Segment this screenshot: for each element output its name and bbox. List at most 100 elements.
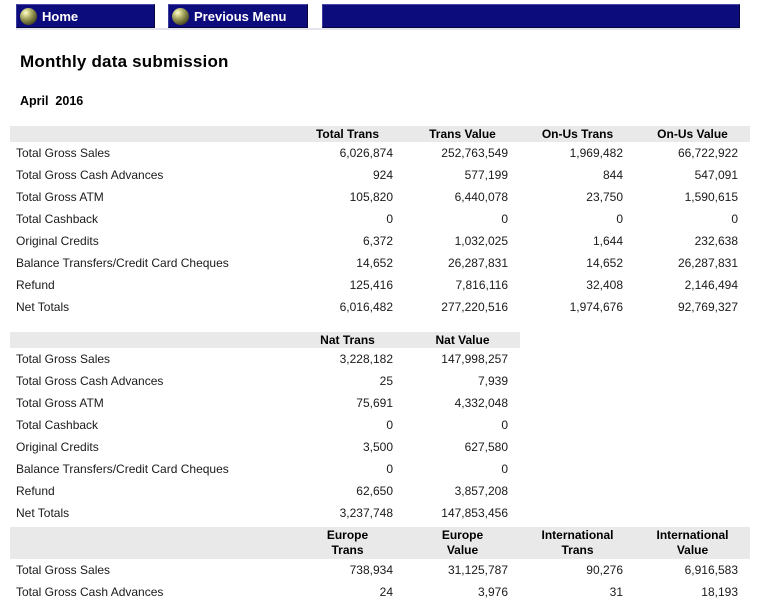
page-title: Monthly data submission — [20, 52, 766, 72]
column-header: Europe Value — [405, 527, 520, 559]
cell-value: 1,590,615 — [635, 186, 750, 208]
cell-value: 844 — [520, 164, 635, 186]
table-europe-international: Europe TransEurope ValueInternational Tr… — [10, 527, 750, 603]
previous-menu-button[interactable]: Previous Menu — [168, 4, 308, 28]
cell-value: 627,580 — [405, 436, 520, 458]
row-label: Total Gross Cash Advances — [10, 581, 290, 603]
cell-value: 7,816,116 — [405, 274, 520, 296]
table-row: Total Gross Sales6,026,874252,763,5491,9… — [10, 142, 750, 164]
cell-value: 31,125,787 — [405, 559, 520, 581]
previous-menu-button-label: Previous Menu — [194, 9, 286, 24]
table-row: Balance Transfers/Credit Card Cheques00 — [10, 458, 520, 480]
cell-value: 3,228,182 — [290, 348, 405, 370]
cell-value: 23,750 — [520, 186, 635, 208]
nav-bar-filler — [322, 4, 740, 28]
row-label: Total Gross Sales — [10, 348, 290, 370]
sphere-icon — [172, 8, 189, 25]
cell-value: 14,652 — [290, 252, 405, 274]
column-header — [10, 527, 290, 559]
cell-value: 26,287,831 — [405, 252, 520, 274]
row-label: Net Totals — [10, 296, 290, 318]
header-row: Nat TransNat Value — [10, 332, 520, 348]
table-row: Total Gross ATM75,6914,332,048 — [10, 392, 520, 414]
cell-value: 0 — [290, 208, 405, 230]
table-row: Total Gross ATM105,8206,440,07823,7501,5… — [10, 186, 750, 208]
cell-value: 125,416 — [290, 274, 405, 296]
cell-value: 75,691 — [290, 392, 405, 414]
cell-value: 252,763,549 — [405, 142, 520, 164]
table-row: Original Credits3,500627,580 — [10, 436, 520, 458]
cell-value: 0 — [635, 208, 750, 230]
cell-value: 232,638 — [635, 230, 750, 252]
table-row: Refund62,6503,857,208 — [10, 480, 520, 502]
cell-value: 6,440,078 — [405, 186, 520, 208]
cell-value: 25 — [290, 370, 405, 392]
cell-value: 90,276 — [520, 559, 635, 581]
column-header: On-Us Value — [635, 126, 750, 142]
column-header: International Trans — [520, 527, 635, 559]
table-national: Nat TransNat ValueTotal Gross Sales3,228… — [10, 332, 520, 524]
column-header: Trans Value — [405, 126, 520, 142]
column-header: Nat Trans — [290, 332, 405, 348]
column-header — [10, 332, 290, 348]
table-row: Total Gross Cash Advances243,9763118,193 — [10, 581, 750, 603]
cell-value: 147,998,257 — [405, 348, 520, 370]
table-row: Net Totals3,237,748147,853,456 — [10, 502, 520, 524]
cell-value: 0 — [520, 208, 635, 230]
cell-value: 1,032,025 — [405, 230, 520, 252]
row-label: Total Gross Cash Advances — [10, 164, 290, 186]
cell-value: 1,969,482 — [520, 142, 635, 164]
cell-value: 0 — [405, 208, 520, 230]
cell-value: 0 — [405, 414, 520, 436]
cell-value: 277,220,516 — [405, 296, 520, 318]
header-row: Europe TransEurope ValueInternational Tr… — [10, 527, 750, 559]
cell-value: 547,091 — [635, 164, 750, 186]
cell-value: 62,650 — [290, 480, 405, 502]
table-row: Total Gross Sales738,93431,125,78790,276… — [10, 559, 750, 581]
cell-value: 0 — [290, 458, 405, 480]
row-label: Total Cashback — [10, 414, 290, 436]
row-label: Total Gross Cash Advances — [10, 370, 290, 392]
row-label: Refund — [10, 274, 290, 296]
table-row: Net Totals6,016,482277,220,5161,974,6769… — [10, 296, 750, 318]
cell-value: 26,287,831 — [635, 252, 750, 274]
header-row: Total TransTrans ValueOn-Us TransOn-Us V… — [10, 126, 750, 142]
column-header: Total Trans — [290, 126, 405, 142]
table-row: Total Gross Sales3,228,182147,998,257 — [10, 348, 520, 370]
row-label: Total Gross ATM — [10, 186, 290, 208]
sphere-icon — [20, 8, 37, 25]
cell-value: 2,146,494 — [635, 274, 750, 296]
table-row: Total Gross Cash Advances257,939 — [10, 370, 520, 392]
row-label: Original Credits — [10, 436, 290, 458]
home-button[interactable]: Home — [16, 4, 155, 28]
row-label: Total Gross ATM — [10, 392, 290, 414]
cell-value: 6,916,583 — [635, 559, 750, 581]
table-row: Total Cashback0000 — [10, 208, 750, 230]
cell-value: 0 — [405, 458, 520, 480]
period-label: April 2016 — [20, 94, 766, 108]
column-header: Europe Trans — [290, 527, 405, 559]
cell-value: 3,237,748 — [290, 502, 405, 524]
table-row: Refund125,4167,816,11632,4082,146,494 — [10, 274, 750, 296]
cell-value: 1,644 — [520, 230, 635, 252]
table-row: Total Gross Cash Advances924577,19984454… — [10, 164, 750, 186]
row-label: Total Gross Sales — [10, 559, 290, 581]
cell-value: 4,332,048 — [405, 392, 520, 414]
cell-value: 577,199 — [405, 164, 520, 186]
row-label: Original Credits — [10, 230, 290, 252]
row-label: Net Totals — [10, 502, 290, 524]
cell-value: 31 — [520, 581, 635, 603]
cell-value: 66,722,922 — [635, 142, 750, 164]
cell-value: 6,372 — [290, 230, 405, 252]
cell-value: 14,652 — [520, 252, 635, 274]
table-total-and-onus: Total TransTrans ValueOn-Us TransOn-Us V… — [10, 126, 750, 318]
cell-value: 3,857,208 — [405, 480, 520, 502]
cell-value: 92,769,327 — [635, 296, 750, 318]
row-label: Total Cashback — [10, 208, 290, 230]
home-button-label: Home — [42, 9, 78, 24]
cell-value: 3,976 — [405, 581, 520, 603]
top-navigation-bar: Home Previous Menu — [16, 4, 740, 28]
cell-value: 24 — [290, 581, 405, 603]
table-row: Balance Transfers/Credit Card Cheques14,… — [10, 252, 750, 274]
table-row: Total Cashback00 — [10, 414, 520, 436]
